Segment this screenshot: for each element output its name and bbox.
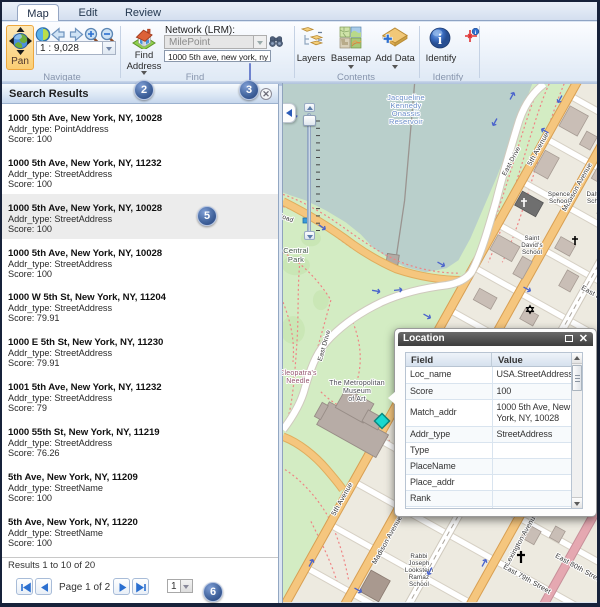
svg-text:Museum: Museum <box>343 388 371 395</box>
svg-text:Dalton: Dalton <box>586 191 597 198</box>
svg-text:Needle: Needle <box>286 378 309 385</box>
svg-text:Park: Park <box>288 255 304 264</box>
svg-text:Central: Central <box>283 246 309 255</box>
svg-text:East Drive: East Drive <box>501 145 522 177</box>
svg-text:i: i <box>438 32 442 48</box>
svg-text:Cleopatra's: Cleopatra's <box>282 370 317 377</box>
svg-text:David's: David's <box>521 242 543 249</box>
svg-text:Madison Avenue: Madison Avenue <box>561 162 594 213</box>
svg-text:School: School <box>587 198 597 205</box>
svg-text:Rabbi: Rabbi <box>410 553 427 560</box>
svg-text:East Drive: East Drive <box>317 329 333 362</box>
svg-text:East 80th Street: East 80th Street <box>554 553 597 585</box>
svg-text:School: School <box>522 249 542 256</box>
svg-text:East 84th Street: East 84th Street <box>580 285 597 317</box>
svg-text:The Metropolitan: The Metropolitan <box>329 380 385 387</box>
svg-text:Spence: Spence <box>548 191 571 198</box>
svg-text:Transverse Road: Transverse Road <box>282 199 295 224</box>
svg-text:Saint: Saint <box>524 235 539 242</box>
svg-text:Reservoir: Reservoir <box>389 117 423 126</box>
svg-text:East 79th Street: East 79th Street <box>502 564 552 596</box>
svg-text:5th Avenue: 5th Avenue <box>527 131 551 167</box>
svg-text:5th Avenue: 5th Avenue <box>331 481 355 517</box>
svg-text:Ramaz: Ramaz <box>409 574 430 581</box>
svg-text:School: School <box>409 581 429 588</box>
svg-text:Joseph: Joseph <box>408 560 430 567</box>
svg-text:Madison Avenue: Madison Avenue <box>371 515 404 566</box>
svg-text:School: School <box>549 198 569 205</box>
svg-text:of Art: of Art <box>348 396 366 403</box>
